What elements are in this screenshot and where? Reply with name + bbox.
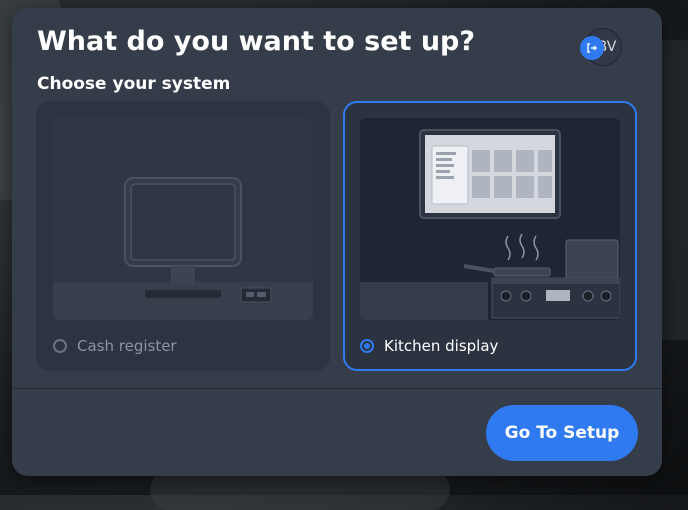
dialog-subtitle: Choose your system <box>37 74 231 94</box>
kitchen-display-label: Kitchen display <box>384 337 499 355</box>
kitchen-display-radio-row[interactable]: Kitchen display <box>360 337 498 355</box>
cash-register-option[interactable]: Cash register <box>36 101 330 371</box>
cash-register-radio[interactable] <box>53 339 67 353</box>
footer-divider <box>12 388 662 389</box>
logout-icon[interactable] <box>580 36 604 60</box>
cash-register-radio-row[interactable]: Cash register <box>53 337 177 355</box>
kitchen-display-radio[interactable] <box>360 339 374 353</box>
cash-register-label: Cash register <box>77 337 177 355</box>
kitchen-display-option[interactable]: Kitchen display <box>343 101 637 371</box>
kitchen-display-illustration <box>360 118 620 320</box>
dialog-title: What do you want to set up? <box>37 26 476 57</box>
go-to-setup-button[interactable]: Go To Setup <box>486 405 638 461</box>
setup-dialog: What do you want to set up? BV Choose yo… <box>12 8 662 476</box>
cash-register-illustration <box>53 118 313 320</box>
